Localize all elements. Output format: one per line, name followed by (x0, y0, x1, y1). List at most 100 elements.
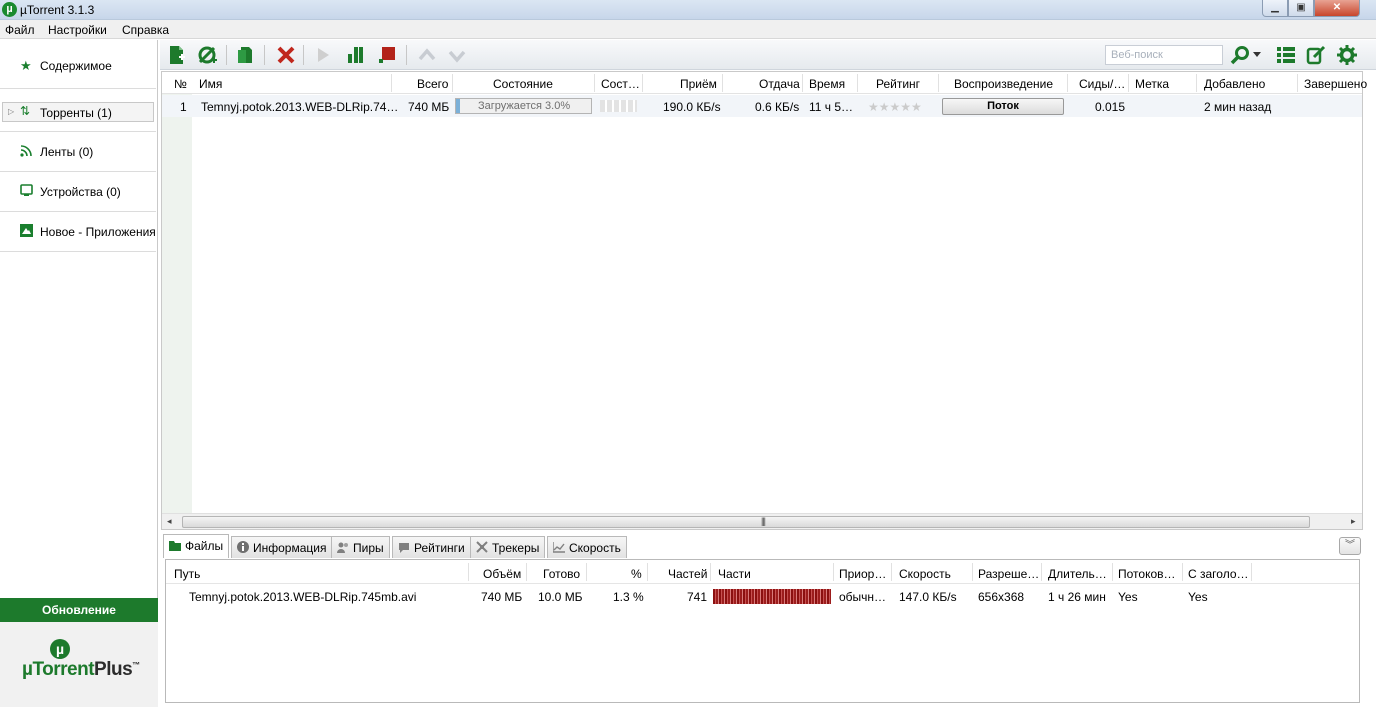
sidebar-item-content[interactable]: ★ Содержимое (0, 40, 156, 89)
add-torrent-icon[interactable] (166, 44, 188, 66)
sidebar-item-apps[interactable]: Новое - Приложения (0, 212, 156, 252)
tab-label: Файлы (185, 539, 224, 553)
maximize-button[interactable]: ▣ (1288, 0, 1314, 17)
update-banner[interactable]: Обновление (0, 598, 158, 622)
col-playback[interactable]: Воспроизведение (954, 77, 1053, 91)
search-icon[interactable] (1229, 44, 1251, 66)
rating-stars-icon[interactable]: ★★★★★ (868, 100, 922, 114)
column-separator[interactable] (722, 74, 723, 92)
column-separator[interactable] (391, 74, 392, 92)
col-resolution[interactable]: Разреше… (978, 567, 1039, 581)
torrent-row[interactable]: 1 Temnyj.potok.2013.WEB-DLRip.74… 740 МБ… (162, 95, 1362, 117)
column-separator[interactable] (802, 74, 803, 92)
create-torrent-icon[interactable] (234, 44, 256, 66)
col-num[interactable]: № (174, 77, 187, 91)
menu-settings[interactable]: Настройки (48, 23, 107, 37)
col-label[interactable]: Метка (1135, 77, 1169, 91)
move-up-icon[interactable] (416, 44, 438, 66)
scroll-right-icon[interactable]: ▸ (1351, 516, 1356, 527)
scrollbar-thumb[interactable]: ||| (182, 516, 1310, 528)
remote-icon[interactable] (1305, 44, 1327, 66)
column-separator[interactable] (642, 74, 643, 92)
stream-button[interactable]: Поток (942, 98, 1064, 115)
search-dropdown-icon[interactable] (1252, 44, 1262, 66)
col-completed[interactable]: Завершено (1304, 77, 1367, 91)
start-icon[interactable] (312, 44, 334, 66)
column-separator[interactable] (586, 563, 587, 581)
plus-logo-tm: ™ (132, 660, 140, 670)
add-url-icon[interactable] (197, 44, 219, 66)
column-separator[interactable] (1182, 563, 1183, 581)
menu-help[interactable]: Справка (122, 23, 169, 37)
sidebar-item-devices[interactable]: Устройства (0) (0, 172, 156, 212)
column-separator[interactable] (1251, 563, 1252, 581)
col-percent[interactable]: % (631, 567, 642, 581)
col-seeds[interactable]: Сиды/… (1079, 77, 1125, 91)
column-separator[interactable] (1297, 74, 1298, 92)
tab-speed[interactable]: Скорость (547, 536, 627, 558)
collapse-panel-button[interactable]: ︾ (1339, 537, 1361, 555)
col-pieces[interactable]: Части (718, 567, 751, 581)
row-number-column (162, 94, 192, 517)
column-separator[interactable] (972, 563, 973, 581)
column-separator[interactable] (1067, 74, 1068, 92)
col-eta[interactable]: Время (809, 77, 845, 91)
col-rating[interactable]: Рейтинг (876, 77, 920, 91)
expand-arrow-icon[interactable]: ▷ (8, 107, 14, 116)
column-separator[interactable] (1196, 74, 1197, 92)
minimize-button[interactable]: ▁ (1262, 0, 1288, 17)
sidebar-item-label: Устройства (0) (40, 185, 121, 199)
settings-gear-icon[interactable] (1336, 44, 1358, 66)
sidebar-item-feeds[interactable]: Ленты (0) (0, 132, 156, 172)
column-separator[interactable] (891, 563, 892, 581)
col-priority[interactable]: Приор… (839, 567, 886, 581)
tab-peers[interactable]: Пиры (331, 536, 390, 558)
col-path[interactable]: Путь (174, 567, 200, 581)
sidebar-item-label: Содержимое (40, 59, 112, 73)
col-size[interactable]: Всего (417, 77, 448, 91)
col-duration[interactable]: Длитель… (1048, 567, 1107, 581)
col-done[interactable]: Готово (543, 567, 580, 581)
col-added[interactable]: Добавлено (1204, 77, 1265, 91)
move-down-icon[interactable] (446, 44, 468, 66)
col-streamable[interactable]: Потоков… (1118, 567, 1176, 581)
file-row[interactable]: Temnyj.potok.2013.WEB-DLRip.745mb.avi 74… (166, 586, 1359, 606)
col-pieces-count[interactable]: Частей (668, 567, 707, 581)
column-separator[interactable] (1112, 563, 1113, 581)
scroll-left-icon[interactable]: ◂ (167, 516, 172, 527)
column-separator[interactable] (710, 563, 711, 581)
column-separator[interactable] (452, 74, 453, 92)
tab-ratings[interactable]: Рейтинги (392, 536, 471, 558)
col-file-speed[interactable]: Скорость (899, 567, 951, 581)
close-button[interactable]: ✕ (1314, 0, 1360, 17)
col-header[interactable]: С заголо… (1188, 567, 1249, 581)
column-separator[interactable] (833, 563, 834, 581)
sidebar-item-label: Ленты (0) (40, 145, 94, 159)
tab-info[interactable]: Информация (231, 536, 333, 558)
col-status[interactable]: Состояние (493, 77, 553, 91)
column-separator[interactable] (1041, 563, 1042, 581)
column-separator[interactable] (594, 74, 595, 92)
utorrent-plus-ad[interactable]: µ µTorrentPlus™ (0, 622, 158, 707)
horizontal-scrollbar[interactable]: ◂ ||| ▸ (162, 513, 1362, 529)
column-separator[interactable] (857, 74, 858, 92)
col-down-speed[interactable]: Приём (680, 77, 717, 91)
col-name[interactable]: Имя (199, 77, 222, 91)
sidebar-item-torrents[interactable]: ▷ ⇅ Торренты (1) (0, 100, 156, 132)
delete-icon[interactable] (275, 44, 297, 66)
column-separator[interactable] (647, 563, 648, 581)
column-separator[interactable] (468, 563, 469, 581)
stop-icon[interactable] (376, 44, 398, 66)
column-separator[interactable] (1128, 74, 1129, 92)
tab-trackers[interactable]: Трекеры (470, 536, 546, 558)
web-search-input[interactable]: Веб-поиск (1105, 45, 1223, 65)
tab-files[interactable]: Файлы (163, 534, 230, 558)
list-view-icon[interactable] (1275, 44, 1297, 66)
pause-icon[interactable] (344, 44, 366, 66)
column-separator[interactable] (526, 563, 527, 581)
col-up-speed[interactable]: Отдача (759, 77, 800, 91)
column-separator[interactable] (938, 74, 939, 92)
menu-file[interactable]: Файл (5, 23, 35, 37)
col-health[interactable]: Сост… (601, 77, 640, 91)
col-file-size[interactable]: Объём (483, 567, 521, 581)
